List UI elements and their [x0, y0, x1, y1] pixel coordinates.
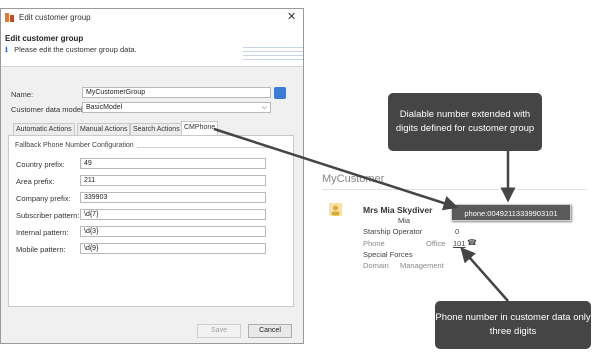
phone-label: Phone: [363, 239, 385, 248]
cancel-button[interactable]: Cancel: [248, 324, 292, 338]
chevron-down-icon: ⌵: [261, 104, 267, 111]
info-icon: i: [5, 45, 8, 54]
company-prefix-input[interactable]: 339903: [80, 192, 266, 203]
customer-name: Mrs Mia Skydiver: [363, 205, 433, 215]
decorative-stripes: [243, 47, 303, 60]
tab-automatic-actions[interactable]: Automatic Actions: [13, 123, 75, 135]
customer-divider: [322, 189, 587, 190]
subscriber-pattern-label: Subscriber pattern:: [16, 211, 80, 220]
phone-number-link[interactable]: 101: [453, 239, 466, 248]
customer-heading: MyCustomer: [322, 173, 385, 185]
office-label: Office: [426, 239, 446, 248]
area-prefix-input[interactable]: 211: [80, 175, 266, 186]
header-title: Edit customer group: [5, 34, 84, 43]
phone-tooltip: phone:00492113339903101: [451, 204, 571, 221]
avatar-icon: [329, 203, 342, 216]
callout-phone-digits: Phone number in customer data only three…: [435, 301, 591, 349]
domain-value: Management: [400, 261, 444, 270]
save-button[interactable]: Save: [197, 324, 241, 338]
globe-icon[interactable]: [274, 87, 286, 99]
title-bar: Edit customer group ✕: [1, 9, 303, 26]
customer-first-name: Mia: [398, 216, 411, 225]
arrow-callout-to-phone: [460, 247, 509, 302]
app-icon: [5, 13, 14, 22]
close-icon[interactable]: ✕: [287, 10, 296, 23]
tab-cmphone[interactable]: CMPhone: [181, 121, 219, 135]
model-select-value: BasicModel: [86, 104, 123, 111]
country-prefix-input[interactable]: 49: [80, 158, 266, 169]
name-label: Name:: [11, 90, 34, 99]
mobile-pattern-input[interactable]: \d{9}: [80, 243, 266, 254]
model-select[interactable]: BasicModel ⌵: [82, 102, 271, 113]
area-prefix-label: Area prefix:: [16, 177, 55, 186]
callout-dialable-number: Dialable number extended with digits def…: [388, 93, 542, 151]
company-prefix-label: Company prefix:: [16, 194, 71, 203]
country-prefix-label: Country prefix:: [16, 160, 65, 169]
name-input[interactable]: MyCustomerGroup: [82, 87, 271, 98]
customer-job: Starship Operator: [363, 227, 423, 236]
tab-manual-actions[interactable]: Manual Actions: [77, 123, 131, 135]
header-info-text: Please edit the customer group data.: [14, 45, 137, 54]
window-title: Edit customer group: [19, 13, 91, 22]
phone-icon[interactable]: ☎: [467, 238, 477, 247]
dialog-header: Edit customer group i Please edit the cu…: [1, 26, 303, 67]
group-title: Fallback Phone Number Configuration: [15, 142, 137, 149]
header-info: i Please edit the customer group data.: [5, 45, 137, 54]
customer-job-value: 0: [455, 227, 460, 236]
subscriber-pattern-input[interactable]: \d{7}: [80, 209, 266, 220]
internal-pattern-input[interactable]: \d{3}: [80, 226, 266, 237]
model-label: Customer data model:: [11, 105, 85, 114]
mobile-pattern-label: Mobile pattern:: [16, 245, 66, 254]
tab-search-actions[interactable]: Search Actions: [130, 123, 183, 135]
domain-label: Domain: [363, 261, 389, 270]
internal-pattern-label: Internal pattern:: [16, 228, 69, 237]
customer-department: Special Forces: [363, 250, 413, 259]
group-divider: [117, 147, 272, 148]
